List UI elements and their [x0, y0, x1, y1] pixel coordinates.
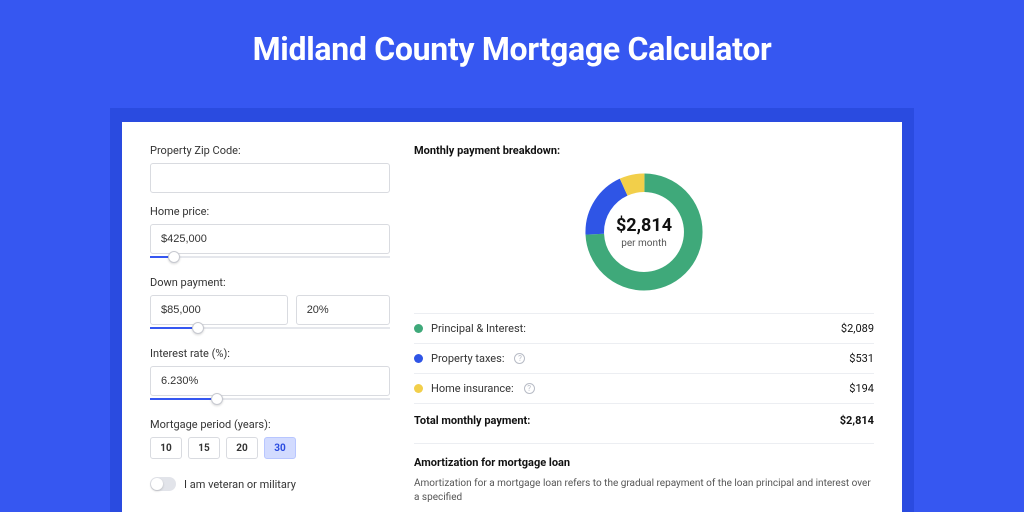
- donut-center: $2,814 per month: [579, 167, 709, 297]
- page-background: Midland County Mortgage Calculator Prope…: [0, 0, 1024, 512]
- legend-dot-icon: [414, 384, 423, 393]
- legend-row-principal: Principal & Interest: $2,089: [414, 313, 874, 343]
- mortgage-period-group: 10 15 20 30: [150, 437, 390, 459]
- info-icon[interactable]: ?: [514, 353, 525, 364]
- period-option-15[interactable]: 15: [188, 437, 220, 459]
- legend-row-taxes: Property taxes: ? $531: [414, 343, 874, 373]
- veteran-label: I am veteran or military: [184, 478, 296, 491]
- legend-label: Home insurance:: [431, 382, 514, 395]
- legend-left: Property taxes: ?: [414, 352, 525, 365]
- legend-dot-icon: [414, 324, 423, 333]
- breakdown-column: Monthly payment breakdown: $2,814 per mo…: [414, 144, 874, 512]
- legend-label: Property taxes:: [431, 352, 504, 365]
- period-option-30[interactable]: 30: [264, 437, 296, 459]
- legend-label: Principal & Interest:: [431, 322, 526, 335]
- card-shadow: Property Zip Code: Home price: Down paym…: [110, 108, 914, 512]
- mortgage-period-label: Mortgage period (years):: [150, 418, 390, 431]
- veteran-row: I am veteran or military: [150, 477, 390, 491]
- zip-input[interactable]: [150, 163, 390, 193]
- slider-fill: [150, 327, 198, 329]
- total-value: $2,814: [840, 414, 874, 427]
- amortization-text: Amortization for a mortgage loan refers …: [414, 477, 874, 505]
- period-option-10[interactable]: 10: [150, 437, 182, 459]
- home-price-slider[interactable]: [150, 250, 390, 264]
- donut-center-value: $2,814: [616, 215, 672, 236]
- home-price-label: Home price:: [150, 205, 390, 218]
- donut-chart: $2,814 per month: [579, 167, 709, 297]
- zip-label: Property Zip Code:: [150, 144, 390, 157]
- legend-left: Principal & Interest:: [414, 322, 526, 335]
- legend-value: $194: [849, 382, 874, 395]
- donut-chart-wrap: $2,814 per month: [414, 167, 874, 297]
- info-icon[interactable]: ?: [524, 383, 535, 394]
- legend-value: $2,089: [841, 322, 874, 335]
- legend-dot-icon: [414, 354, 423, 363]
- slider-fill: [150, 398, 217, 400]
- down-payment-slider[interactable]: [150, 321, 390, 335]
- down-payment-label: Down payment:: [150, 276, 390, 289]
- donut-center-sub: per month: [621, 238, 667, 249]
- legend-value: $531: [849, 352, 874, 365]
- interest-rate-slider[interactable]: [150, 392, 390, 406]
- legend-row-insurance: Home insurance: ? $194: [414, 373, 874, 403]
- interest-rate-label: Interest rate (%):: [150, 347, 390, 360]
- amortization-title: Amortization for mortgage loan: [414, 443, 874, 469]
- total-label: Total monthly payment:: [414, 414, 530, 427]
- page-title: Midland County Mortgage Calculator: [0, 0, 1024, 68]
- total-row: Total monthly payment: $2,814: [414, 403, 874, 441]
- calculator-card: Property Zip Code: Home price: Down paym…: [122, 122, 902, 512]
- slider-thumb[interactable]: [211, 393, 223, 405]
- veteran-toggle[interactable]: [150, 477, 176, 491]
- period-option-20[interactable]: 20: [226, 437, 258, 459]
- legend-left: Home insurance: ?: [414, 382, 535, 395]
- breakdown-title: Monthly payment breakdown:: [414, 144, 874, 157]
- inputs-column: Property Zip Code: Home price: Down paym…: [150, 144, 390, 512]
- slider-thumb[interactable]: [192, 322, 204, 334]
- slider-thumb[interactable]: [168, 251, 180, 263]
